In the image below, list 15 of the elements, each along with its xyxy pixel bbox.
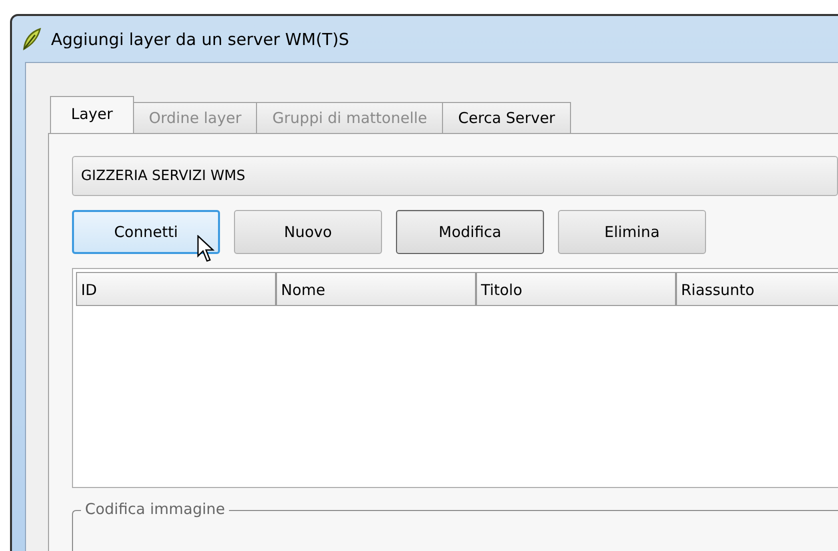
group-title: Codifica immagine <box>81 500 230 518</box>
button[interactable]: Nuovo <box>234 210 382 254</box>
button[interactable]: Connetti <box>72 210 220 254</box>
window-title: Aggiungi layer da un server WM(T)S <box>51 30 350 48</box>
column-header[interactable]: ID <box>76 272 276 306</box>
server-dropdown[interactable]: GIZZERIA SERVIZI WMS <box>72 156 838 196</box>
leaf-icon <box>21 27 43 51</box>
tab[interactable]: Cerca Server <box>442 102 572 133</box>
button[interactable]: Elimina <box>558 210 706 254</box>
mouse-pointer-icon <box>197 235 215 263</box>
tab[interactable]: Layer <box>50 96 134 133</box>
column-header[interactable]: Titolo <box>476 272 676 306</box>
column-header[interactable]: Riassunto <box>676 272 838 306</box>
button[interactable]: Modifica <box>396 210 544 254</box>
column-header[interactable]: Nome <box>276 272 476 306</box>
